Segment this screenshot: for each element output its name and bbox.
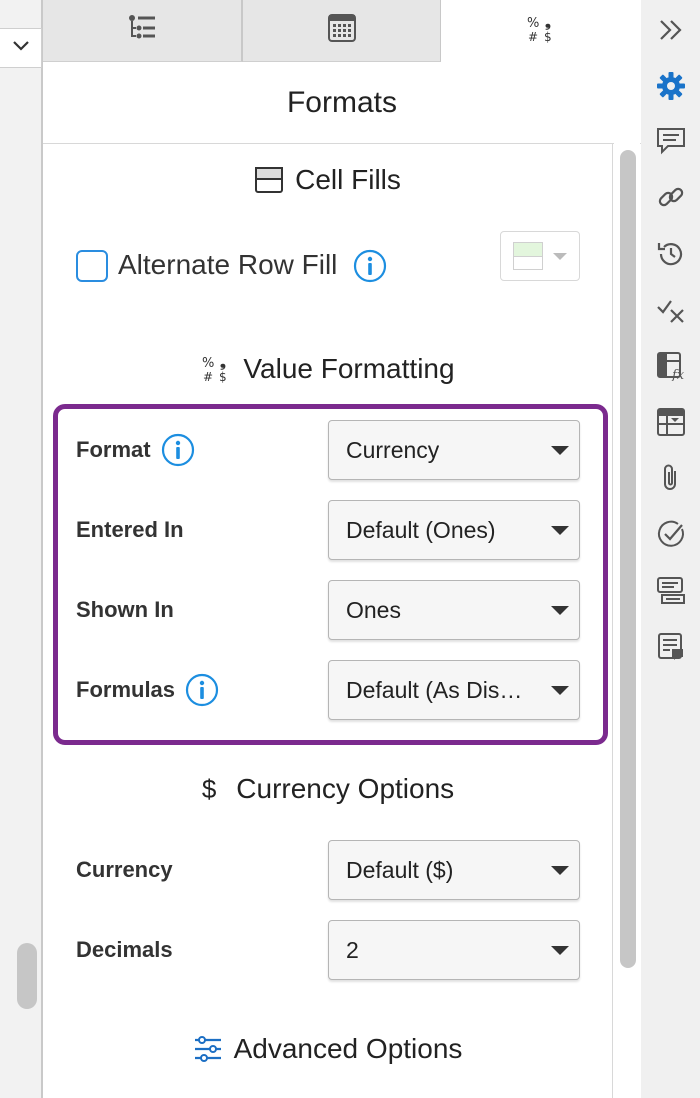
alternate-row-fill-text: Alternate Row Fill [118, 249, 338, 280]
entered-in-label-text: Entered In [76, 517, 184, 542]
caret-down-icon [551, 946, 569, 955]
caret-down-icon [551, 446, 569, 455]
currency-label-text: Currency [76, 857, 173, 882]
cell-fills-title: Cell Fills [295, 164, 401, 195]
alternate-row-fill-checkbox[interactable] [76, 250, 108, 282]
row-fill-color-picker[interactable] [500, 231, 580, 281]
expand-chevrons-icon[interactable] [655, 14, 687, 46]
currency-select-value: Default ($) [346, 856, 454, 883]
dollar-icon: $ [201, 773, 217, 804]
decimals-label-text: Decimals [76, 937, 173, 962]
cell-fills-heading: Cell Fills [43, 163, 612, 197]
advanced-options-title: Advanced Options [233, 1033, 463, 1064]
panel-scrollbar-thumb[interactable] [620, 150, 636, 968]
check-circle-icon[interactable] [655, 518, 687, 550]
info-icon[interactable] [353, 249, 387, 283]
currency-select[interactable]: Default ($) [328, 840, 580, 900]
advanced-options-heading[interactable]: Advanced Options [43, 1031, 612, 1067]
shown-in-select-value: Ones [346, 596, 401, 623]
svg-text:#: # [528, 30, 538, 44]
caret-down-icon [551, 526, 569, 535]
svg-text:%: % [202, 356, 214, 371]
caret-down-icon [551, 866, 569, 875]
entered-in-select[interactable]: Default (Ones) [328, 500, 580, 560]
info-icon[interactable] [161, 433, 195, 467]
entered-in-label: Entered In [76, 513, 184, 547]
format-label-text: Format [76, 437, 151, 462]
svg-text:fx: fx [671, 368, 685, 381]
grid-icon [327, 13, 357, 48]
svg-text:❟: ❟ [220, 354, 226, 371]
attachment-icon[interactable] [655, 462, 687, 494]
info-icon[interactable] [185, 673, 219, 707]
decimals-select-value: 2 [346, 936, 359, 963]
list-tree-icon [127, 14, 157, 47]
value-format-icon: % ❟ # $ [201, 354, 231, 384]
link-icon[interactable] [655, 181, 687, 213]
value-formatting-heading: % ❟ # $ Value Formatting [43, 351, 612, 387]
svg-text:❟: ❟ [545, 14, 551, 31]
tab-formats[interactable]: % ❟ # $ [441, 0, 641, 62]
shown-in-label: Shown In [76, 593, 174, 627]
caret-down-icon [553, 252, 567, 260]
svg-text:$: $ [544, 30, 552, 44]
shown-in-label-text: Shown In [76, 597, 174, 622]
alternate-row-fill-label: Alternate Row Fill [118, 249, 337, 281]
formats-panel-content: Cell Fills Alternate Row Fill % ❟ # $ Va… [43, 143, 613, 1098]
tab-structure[interactable] [43, 0, 243, 62]
formula-table-icon[interactable]: fx [655, 350, 687, 382]
currency-options-title: Currency Options [236, 773, 455, 804]
panel-tabs: % ❟ # $ [43, 0, 641, 62]
left-strip [0, 0, 43, 1098]
entered-in-select-value: Default (Ones) [346, 516, 496, 543]
decimals-select[interactable]: 2 [328, 920, 580, 980]
tab-grid[interactable] [243, 0, 441, 62]
formulas-select[interactable]: Default (As Disp… [328, 660, 580, 720]
format-select[interactable]: Currency [328, 420, 580, 480]
chevron-down-icon [12, 39, 30, 57]
caret-down-icon [551, 686, 569, 695]
formulas-select-value: Default (As Disp… [346, 676, 534, 703]
right-toolbar: fx [641, 0, 700, 1098]
gear-icon[interactable] [655, 70, 687, 102]
svg-text:#: # [203, 370, 213, 384]
decimals-label: Decimals [76, 933, 173, 967]
format-select-value: Currency [346, 436, 440, 463]
value-format-icon: % ❟ # $ [526, 13, 556, 49]
formulas-label: Formulas [76, 673, 219, 707]
fill-swatch-icon [513, 242, 543, 270]
panel-title: Formats [43, 62, 641, 144]
check-x-icon[interactable] [655, 294, 687, 326]
currency-label: Currency [76, 853, 173, 887]
value-formatting-title: Value Formatting [243, 353, 455, 384]
note-icon[interactable] [655, 630, 687, 662]
currency-options-heading: $ Currency Options [43, 771, 612, 807]
cell-fill-icon [255, 167, 284, 193]
shown-in-select[interactable]: Ones [328, 580, 580, 640]
comments-list-icon[interactable] [655, 574, 687, 606]
svg-text:%: % [527, 16, 539, 31]
sliders-icon [194, 1036, 222, 1062]
caret-down-icon [551, 606, 569, 615]
format-label: Format [76, 433, 195, 467]
left-dropdown-button[interactable] [0, 28, 42, 68]
comment-icon[interactable] [655, 125, 687, 157]
svg-text:$: $ [219, 370, 227, 384]
history-icon[interactable] [655, 238, 687, 270]
left-scrollbar-thumb[interactable] [17, 943, 37, 1009]
formulas-label-text: Formulas [76, 677, 176, 702]
table-dropdown-icon[interactable] [655, 406, 687, 438]
